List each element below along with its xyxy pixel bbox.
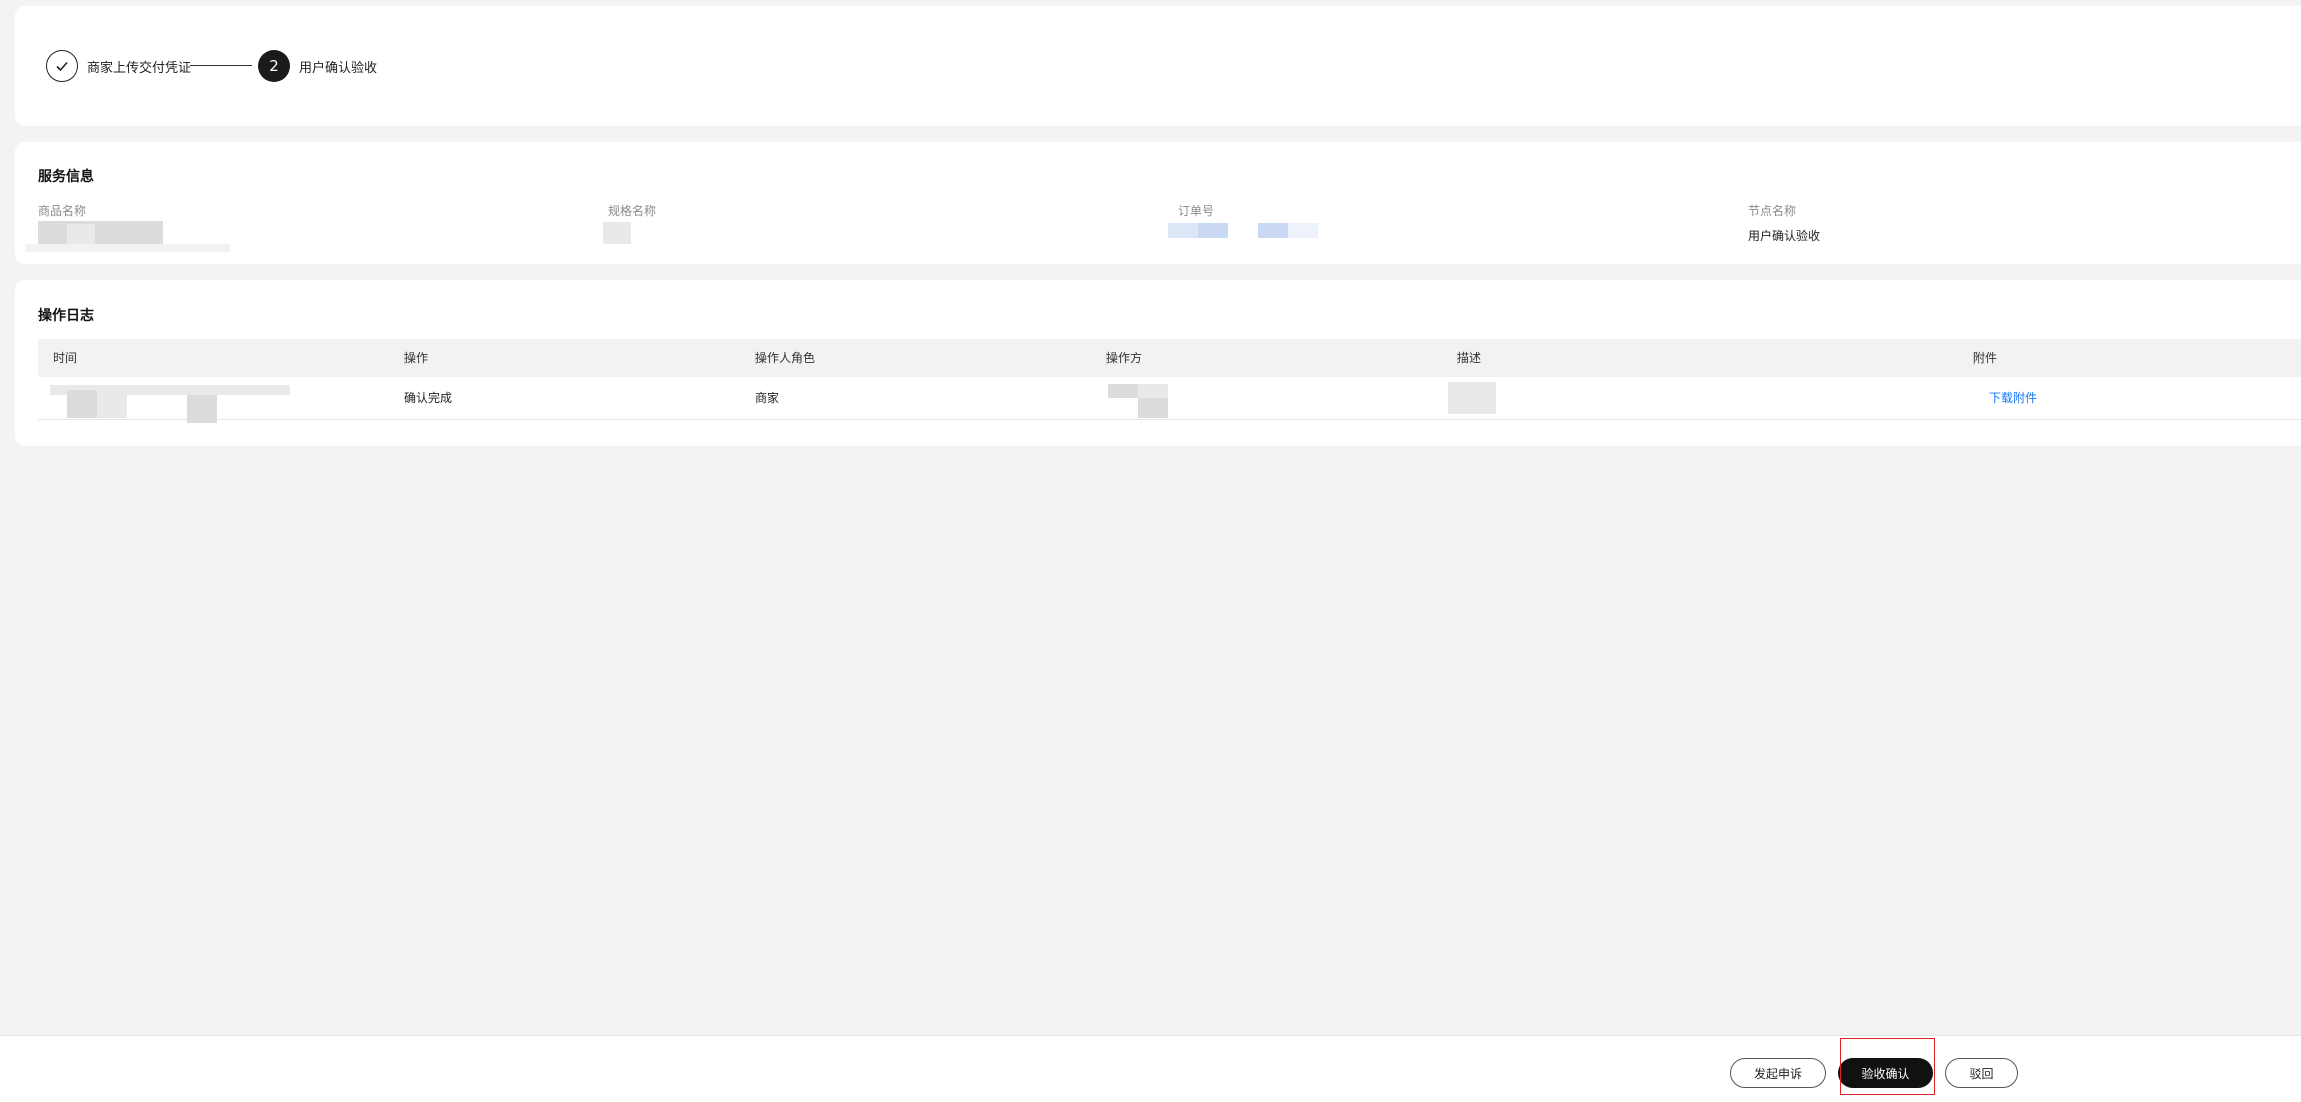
redacted-spec-name bbox=[603, 222, 631, 244]
redacted-block bbox=[187, 395, 217, 423]
field-label: 节点名称 bbox=[1748, 204, 1797, 218]
focus-highlight bbox=[1840, 1038, 1935, 1095]
redacted-block bbox=[25, 244, 230, 252]
service-info-card: 服务信息 商品名称 规格名称 订单号 节点名称 用户确认验收 bbox=[15, 142, 2301, 264]
redacted-product-name bbox=[38, 221, 163, 245]
redacted-description bbox=[1448, 382, 1496, 414]
redacted-order-number bbox=[1168, 223, 1198, 238]
redacted-block bbox=[1288, 223, 1318, 238]
operation-log-card: 操作日志 时间 操作 操作人角色 操作方 描述 附件 确认完成 商家 下载附件 bbox=[15, 280, 2301, 446]
field-label: 商品名称 bbox=[38, 204, 87, 218]
field-label: 订单号 bbox=[1178, 204, 1215, 218]
cell-action: 确认完成 bbox=[404, 391, 453, 405]
redacted-block bbox=[1138, 384, 1168, 398]
step-label: 用户确认验收 bbox=[299, 60, 378, 76]
steps-card: 商家上传交付凭证 2 用户确认验收 bbox=[15, 6, 2301, 126]
product-name-field: 商品名称 bbox=[38, 202, 438, 219]
check-icon bbox=[46, 50, 78, 82]
table-header: 时间 操作 操作人角色 操作方 描述 附件 bbox=[38, 339, 2301, 377]
table-row: 确认完成 商家 下载附件 bbox=[38, 377, 2301, 420]
redacted-block bbox=[67, 224, 95, 244]
redacted-block bbox=[67, 390, 97, 418]
cell-role: 商家 bbox=[755, 391, 780, 405]
column-header-description: 描述 bbox=[1457, 351, 1482, 365]
appeal-button[interactable]: 发起申诉 bbox=[1730, 1058, 1826, 1088]
column-header-role: 操作人角色 bbox=[755, 351, 816, 365]
column-header-attachment: 附件 bbox=[1973, 351, 1998, 365]
step-connector bbox=[190, 65, 252, 66]
footer-action-bar: 发起申诉 验收确认 驳回 bbox=[0, 1035, 2301, 1102]
reject-button[interactable]: 驳回 bbox=[1945, 1058, 2018, 1088]
step-number: 2 bbox=[258, 50, 290, 82]
node-name-value: 用户确认验收 bbox=[1748, 229, 1821, 243]
column-header-time: 时间 bbox=[53, 351, 78, 365]
service-info-title: 服务信息 bbox=[38, 169, 94, 185]
step-label: 商家上传交付凭证 bbox=[87, 60, 192, 76]
step-user-confirm: 2 用户确认验收 bbox=[258, 50, 377, 82]
operation-log-table: 时间 操作 操作人角色 操作方 描述 附件 确认完成 商家 下载附件 bbox=[38, 339, 2301, 420]
redacted-block bbox=[97, 390, 127, 418]
redacted-block bbox=[1258, 223, 1288, 238]
download-attachment-link[interactable]: 下载附件 bbox=[1989, 377, 2037, 419]
order-number-field: 订单号 bbox=[1178, 202, 1578, 219]
column-header-action: 操作 bbox=[404, 351, 429, 365]
node-name-field: 节点名称 用户确认验收 bbox=[1748, 202, 2148, 244]
redacted-operator bbox=[1108, 384, 1138, 398]
redacted-block bbox=[1138, 398, 1168, 418]
redacted-block bbox=[1198, 223, 1228, 238]
column-header-operator: 操作方 bbox=[1106, 351, 1143, 365]
field-label: 规格名称 bbox=[608, 204, 657, 218]
step-upload-proof: 商家上传交付凭证 bbox=[46, 50, 191, 82]
spec-name-field: 规格名称 bbox=[608, 202, 1008, 219]
operation-log-title: 操作日志 bbox=[38, 308, 94, 324]
